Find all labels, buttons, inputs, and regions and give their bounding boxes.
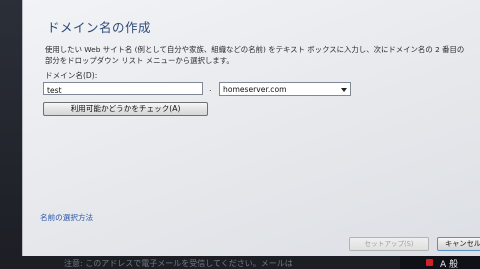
check-availability-button[interactable]: 利用可能かどうかをチェック(A) xyxy=(43,102,208,116)
dialog-description: 使用したい Web サイト名 (例として自分や家族、組織などの名前) をテキスト… xyxy=(45,45,465,65)
cancel-button[interactable]: キャンセル xyxy=(437,237,480,251)
warning-icon[interactable] xyxy=(426,259,433,266)
domain-name-input-value: test xyxy=(47,86,62,95)
domain-name-label: ドメイン名(D): xyxy=(45,71,98,80)
chevron-down-icon xyxy=(341,88,347,92)
create-domain-dialog: ドメイン名の作成 使用したい Web サイト名 (例として自分や家族、組織などの… xyxy=(22,0,480,256)
domain-suffix-dropdown[interactable]: homeserver.com xyxy=(219,82,351,96)
screen: 注意: このアドレスで電子メールを受信してください。メールは ドメイン名の作成 … xyxy=(0,0,480,269)
ime-indicator[interactable]: A 般 xyxy=(440,257,458,269)
background-window-text: 注意: このアドレスで電子メールを受信してください。メールは xyxy=(64,259,293,268)
domain-suffix-value: homeserver.com xyxy=(223,85,287,94)
taskbar: A 般 xyxy=(400,256,480,269)
domain-separator: . xyxy=(209,84,212,93)
redacted-text xyxy=(61,85,134,94)
how-to-choose-name-link[interactable]: 名前の選択方法 xyxy=(40,212,93,223)
setup-button[interactable]: セットアップ(S) xyxy=(349,237,429,251)
dialog-title: ドメイン名の作成 xyxy=(47,20,152,35)
domain-name-input[interactable]: test xyxy=(43,82,203,95)
